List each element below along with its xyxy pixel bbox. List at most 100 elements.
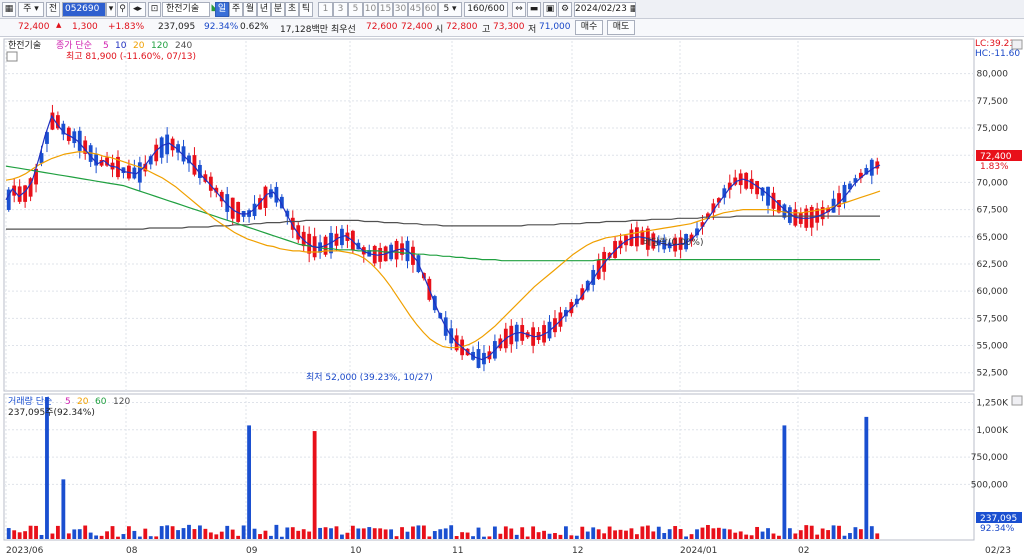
volume-bar	[531, 526, 536, 539]
interval-button-0[interactable]: 1	[318, 2, 333, 17]
volume-bar	[296, 530, 301, 539]
interval-button-5[interactable]: 30	[393, 2, 408, 17]
buy-button[interactable]: 매수	[575, 20, 603, 35]
volume-bar	[159, 526, 164, 539]
volume-bar	[853, 527, 858, 539]
period-button-5[interactable]: 초	[285, 2, 299, 17]
code-dropdown-arrow[interactable]: ▾	[106, 2, 116, 17]
stock-code-input[interactable]: 052690	[62, 2, 106, 17]
volume-bar	[809, 525, 814, 539]
count-select[interactable]: 5 ▾	[438, 2, 462, 17]
jeon-button[interactable]: 전	[46, 2, 60, 17]
bar-count-field[interactable]: 160/600	[464, 2, 508, 17]
sell-button[interactable]: 매도	[607, 20, 635, 35]
volume-bar	[34, 525, 38, 539]
mark-icon[interactable]: ⊡	[148, 2, 161, 17]
volume-bar	[602, 533, 607, 539]
volume-bar	[651, 531, 656, 539]
stock-name: 한전기술	[166, 4, 200, 14]
gear-icon[interactable]: ⚙	[558, 2, 572, 17]
period-button-2[interactable]: 월	[243, 2, 257, 17]
volume-bar	[547, 533, 552, 539]
volume-bar	[574, 535, 579, 539]
volume-bar	[187, 524, 191, 539]
volume-bar	[771, 533, 776, 539]
volume-bar	[755, 526, 760, 539]
volume-bar	[329, 528, 333, 539]
volume-bar	[170, 526, 175, 539]
stock-name-field[interactable]: 한전기술	[162, 2, 210, 17]
best-bid: 72,400	[401, 22, 433, 32]
price-panel-scroll-up[interactable]	[1011, 39, 1023, 50]
quote-bar: 72,400 ▲ 1,300 +1.83% 237,095 92.34% 0.6…	[0, 19, 1024, 37]
volume-bar	[760, 531, 765, 539]
volume-bar	[72, 529, 77, 539]
volume-bar	[61, 479, 66, 539]
volume-bar	[389, 529, 394, 539]
volume-bar	[176, 530, 180, 539]
volume-bar	[427, 536, 432, 539]
price-axis-tick: 57,500	[977, 314, 1009, 324]
volume-bar	[198, 525, 202, 539]
volume-bar	[345, 532, 350, 539]
volume-bar	[192, 529, 197, 539]
volume-bar	[28, 525, 33, 539]
menu-dropdown[interactable]: 주 ▾	[18, 2, 44, 17]
search-icon[interactable]: ⚲	[117, 2, 128, 17]
price-legend-period-1: 10	[115, 41, 127, 51]
price-legend-label: 종가 단순	[56, 40, 92, 51]
current-price-label: 72,400	[18, 22, 50, 32]
volume-bar	[400, 527, 404, 539]
period-button-6[interactable]: 틱	[299, 2, 313, 17]
volume-bar	[640, 526, 645, 539]
interval-button-6[interactable]: 45	[408, 2, 423, 17]
current-change-tag: 1.83%	[980, 162, 1009, 172]
interval-button-2[interactable]: 5	[348, 2, 363, 17]
volume-bar	[613, 530, 617, 539]
save-icon[interactable]: ▣	[543, 2, 557, 17]
volume-bar	[744, 534, 749, 539]
volume-bar	[137, 536, 142, 539]
period-button-3[interactable]: 년	[257, 2, 271, 17]
chart-type-icon[interactable]: ▬	[527, 2, 541, 17]
interval-button-4[interactable]: 15	[378, 2, 393, 17]
volume-panel-scroll-up[interactable]	[1011, 395, 1023, 406]
layout-icon[interactable]: ▦	[2, 2, 16, 17]
stock-chart[interactable]: 80,00077,50075,00072,50070,00067,50065,0…	[0, 37, 1024, 558]
toolbar: ▦ 주 ▾ 전 052690 ▾ ⚲ ◂▸ ⊡ 한전기술 ◣ 5 ▾ 160/6…	[0, 0, 1024, 19]
zoom-icon[interactable]: ⇔	[512, 2, 526, 17]
volume-bar	[230, 529, 235, 539]
volume-bar	[126, 526, 131, 539]
volume-bar	[727, 529, 732, 539]
volume-bar	[449, 525, 454, 539]
period-button-0[interactable]: 일	[215, 2, 229, 17]
volume-bar	[471, 536, 475, 539]
volume-bar	[706, 525, 710, 539]
volume-bar	[673, 526, 678, 539]
volume-bar	[279, 536, 284, 539]
volume-bar	[88, 532, 93, 539]
price-axis-tick: 70,000	[977, 178, 1009, 188]
volume-bar	[148, 536, 153, 539]
volume-bar	[323, 527, 328, 539]
current-ratio-tag: 92.34%	[980, 524, 1015, 534]
price-legend-period-2: 20	[133, 41, 145, 51]
interval-button-7[interactable]: 60	[423, 2, 438, 17]
date-field[interactable]: 2024/02/23 ▦	[574, 2, 636, 17]
volume-bar	[465, 532, 470, 539]
price-legend-period-4: 240	[175, 41, 192, 51]
up-triangle-icon: ▲	[56, 21, 62, 29]
volume-bar	[263, 530, 268, 539]
period-button-4[interactable]: 분	[271, 2, 285, 17]
prev-next-icon[interactable]: ◂▸	[129, 2, 146, 17]
interval-button-1[interactable]: 3	[333, 2, 348, 17]
volume-bar	[99, 535, 104, 539]
volume-bar	[143, 528, 148, 539]
current-price-tag-text: 72,400	[980, 152, 1012, 162]
interval-button-3[interactable]: 10	[363, 2, 378, 17]
period-button-1[interactable]: 주	[229, 2, 243, 17]
volume-bar	[421, 525, 426, 539]
price-axis-tick: 62,500	[977, 260, 1009, 270]
panel-grid-icon[interactable]	[6, 51, 18, 62]
volume-bar	[629, 528, 634, 539]
